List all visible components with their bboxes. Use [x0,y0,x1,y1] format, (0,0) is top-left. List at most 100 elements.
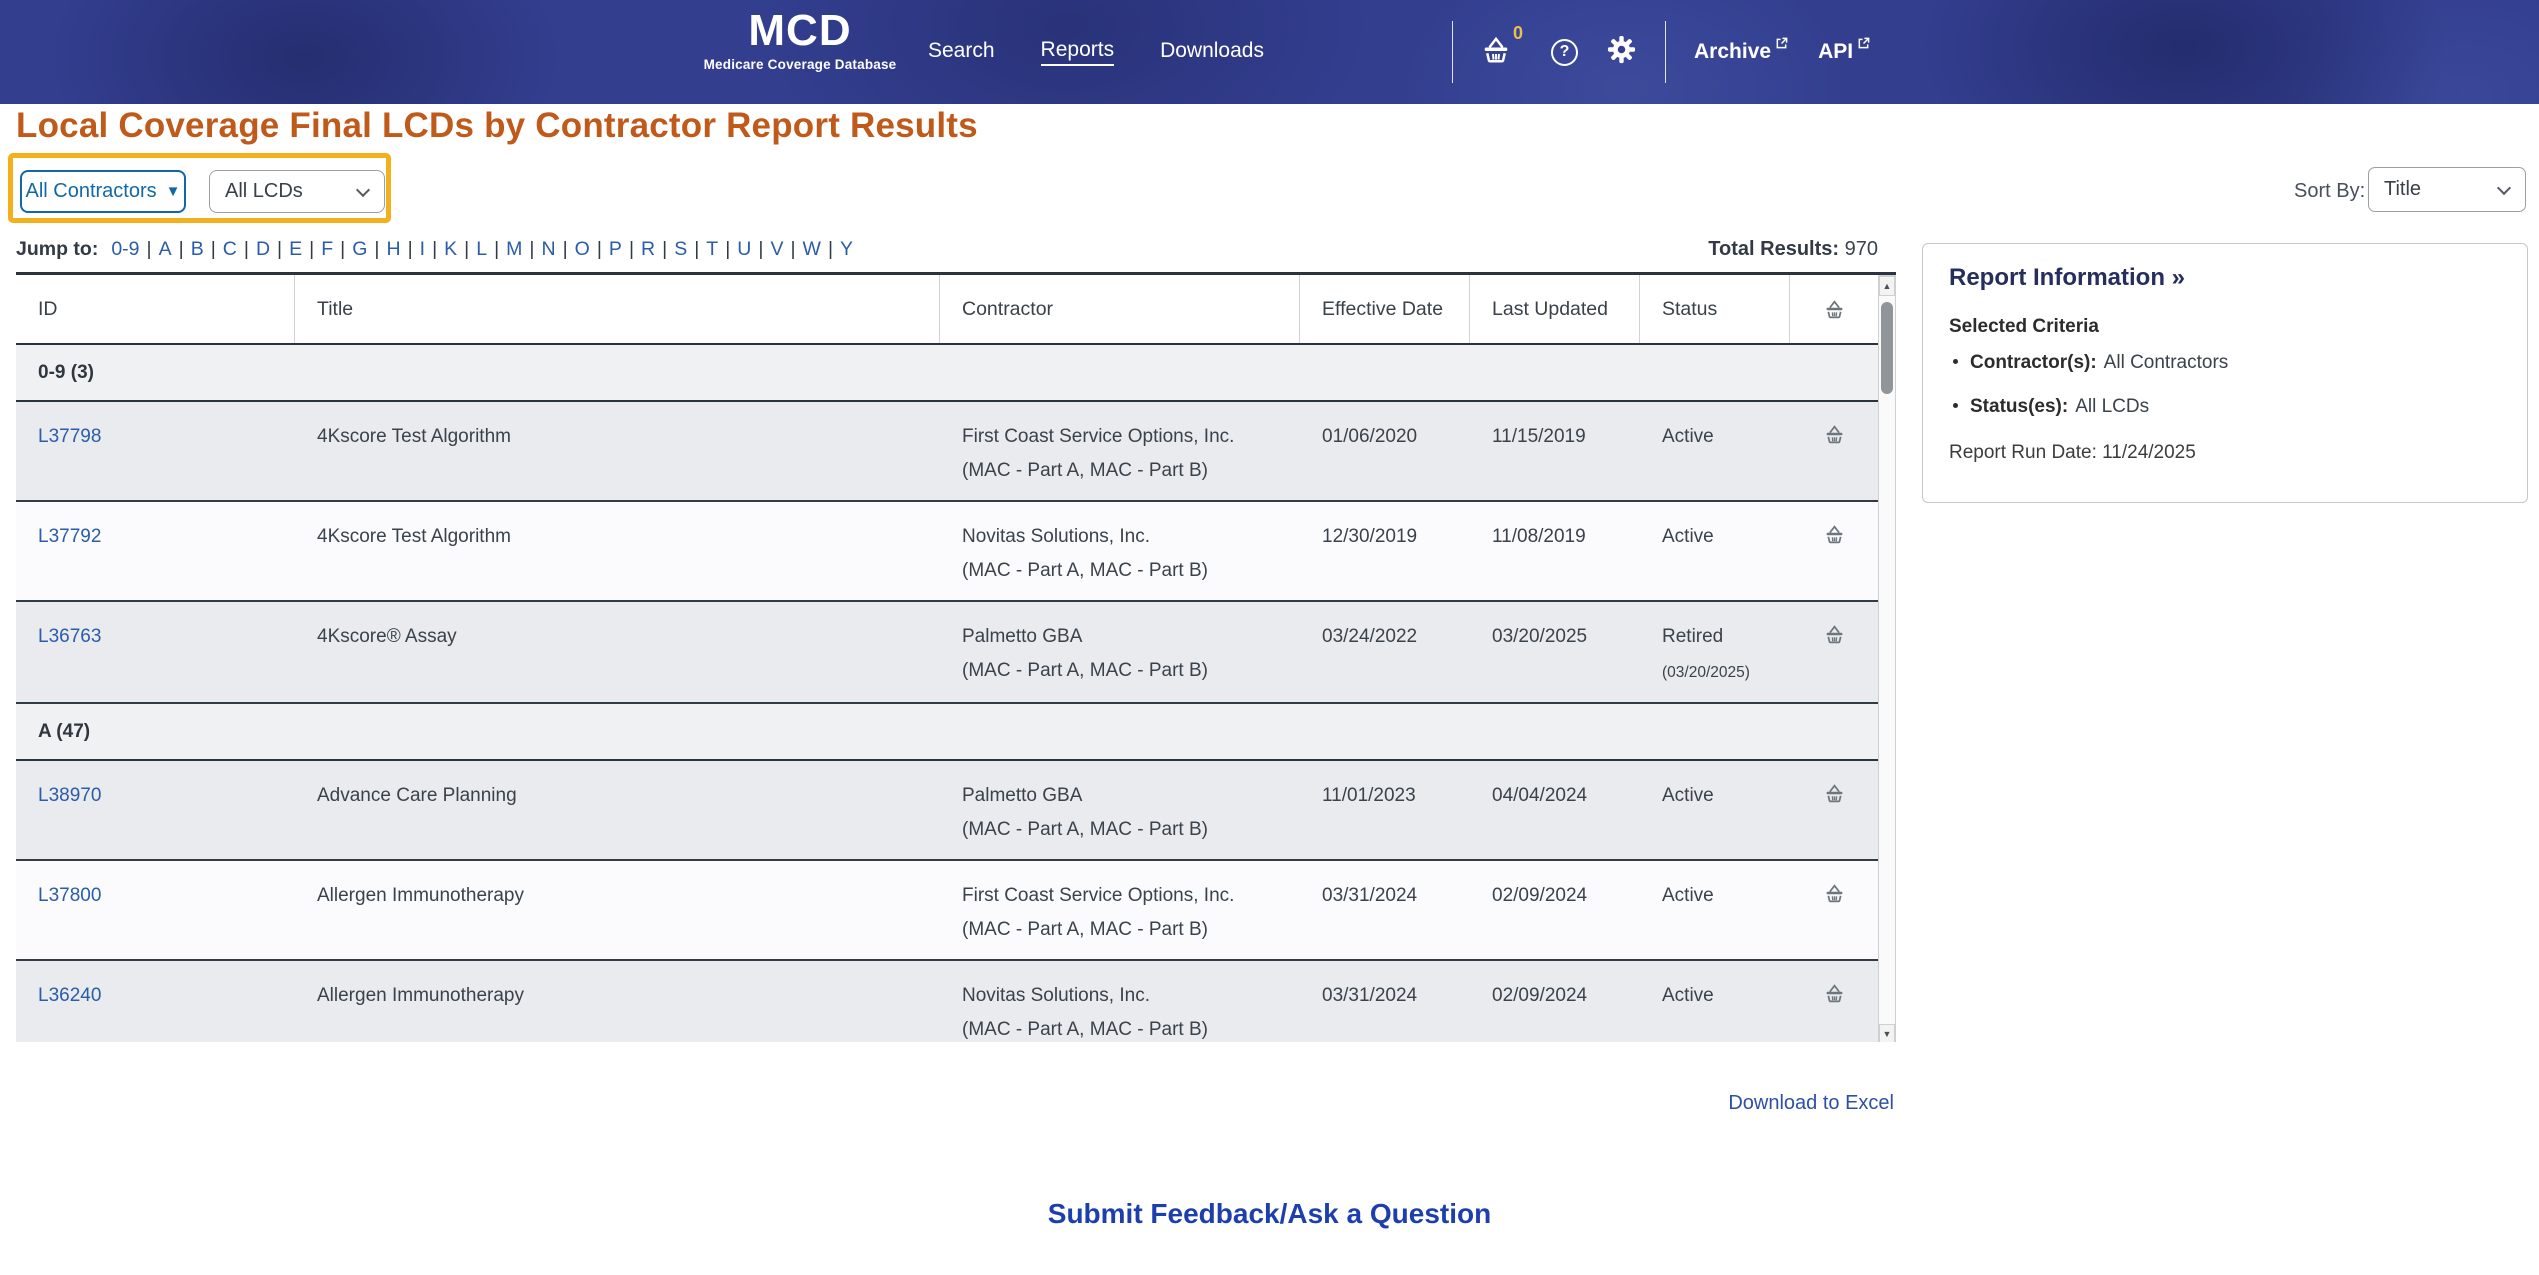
row-status: Active [1662,885,1714,906]
sort-by-select[interactable]: Title [2368,167,2526,212]
add-to-basket-icon[interactable] [1790,502,1878,600]
main-nav: Search Reports Downloads [928,0,1264,104]
scroll-down-button[interactable]: ▼ [1879,1024,1895,1042]
lcd-id-link[interactable]: L37800 [38,885,101,906]
lcd-id-link[interactable]: L37792 [38,526,101,547]
lcd-id-link[interactable]: L37798 [38,426,101,447]
row-status: Retired (03/20/2025) [1640,602,1790,702]
header-link-label: Archive [1694,40,1772,63]
caret-down-icon: ▼ [165,183,181,200]
nav-item-reports[interactable]: Reports [1040,38,1115,66]
table-row: L36240 Allergen Immunotherapy Novitas Solu… [16,961,1878,1042]
selected-criteria-heading: Selected Criteria [1949,316,2099,337]
row-status-note: (03/20/2025) [1662,664,1750,681]
contractor-dropdown[interactable]: All Contractors ▼ [20,170,186,213]
row-last-updated: 11/15/2019 [1492,426,1586,447]
header-divider [1452,21,1453,83]
mcd-logo-title: MCD [748,6,852,55]
gear-icon[interactable] [1606,34,1637,70]
row-contractor-type: (MAC - Part A, MAC - Part B) [962,919,1208,940]
results-table: ID Title Contractor Effective Date Last Upda… [16,272,1896,1042]
table-row: L36763 4Kscore® Assay Palmetto GBA (MAC - P… [16,602,1878,704]
row-status: Active [1662,985,1714,1006]
add-to-basket-icon[interactable] [1790,761,1878,859]
total-results-value: 970 [1844,238,1878,260]
header-link-api[interactable]: API [1818,37,1870,64]
bullet-dot [1953,403,1958,408]
header-link-label: API [1818,40,1854,63]
row-title: 4Kscore Test Algorithm [317,526,511,547]
report-information-title[interactable]: Report Information » [1949,264,2501,292]
help-icon[interactable]: ? [1551,38,1579,66]
criteria-item: Contractor(s): All Contractors [1949,352,2501,374]
row-effective-date: 12/30/2019 [1322,526,1418,547]
criteria-label: Contractor(s): [1970,352,2097,373]
basket-count-badge: 0 [1513,22,1524,43]
row-status: Active [1662,426,1714,447]
total-results-label: Total Results: [1708,238,1840,260]
row-title: Allergen Immunotherapy [317,885,524,906]
add-to-basket-icon[interactable] [1790,861,1878,959]
row-title: Advance Care Planning [317,785,517,806]
column-header-contractor: Contractor [940,275,1300,343]
row-contractor-type: (MAC - Part A, MAC - Part B) [962,560,1208,581]
basket-button[interactable]: 0 [1481,23,1523,70]
header-link-archive[interactable]: Archive [1694,37,1788,64]
table-row: L37798 4Kscore Test Algorithm First Coast … [16,402,1878,502]
add-to-basket-icon[interactable] [1790,961,1878,1042]
lcd-status-select[interactable]: All LCDs [209,170,385,213]
page: MCD Medicare Coverage Database Search Rep… [0,0,2539,1275]
mcd-logo[interactable]: MCD Medicare Coverage Database [700,6,900,72]
download-to-excel-link[interactable]: Download to Excel [16,1092,1894,1115]
row-effective-date: 11/01/2023 [1322,785,1416,806]
header-external-links: Archive API [1694,37,1870,64]
column-header-effective-date: Effective Date [1300,275,1470,343]
column-header-last-updated: Last Updated [1470,275,1640,343]
sort-by-value: Title [2384,178,2422,200]
site-header: MCD Medicare Coverage Database Search Rep… [0,0,2539,104]
scroll-up-button[interactable]: ▲ [1879,276,1895,296]
scrollbar-thumb[interactable] [1881,302,1893,394]
nav-item-search[interactable]: Search [928,39,995,65]
row-title: Allergen Immunotherapy [317,985,524,1006]
add-to-basket-icon[interactable] [1790,602,1878,702]
chevron-down-icon [355,182,371,197]
criteria-value: All Contractors [2103,352,2229,373]
lcd-id-link[interactable]: L36763 [38,626,101,647]
criteria-value: All LCDs [2075,396,2150,417]
row-status: Active [1662,526,1714,547]
row-effective-date: 03/31/2024 [1322,985,1418,1006]
basket-icon [1481,35,1511,70]
row-last-updated: 02/09/2024 [1492,985,1588,1006]
table-header-row: ID Title Contractor Effective Date Last Upda… [16,275,1878,345]
nav-item-downloads[interactable]: Downloads [1160,39,1264,65]
table-row: L38970 Advance Care Planning Palmetto GBA(… [16,761,1878,861]
submit-feedback-link[interactable]: Submit Feedback/Ask a Question [0,1198,2539,1230]
group-header-row: 0-9 (3) [16,345,1878,402]
table-scrollbar[interactable]: ▲ ▼ [1878,275,1896,1042]
chevron-down-icon [2496,180,2512,195]
group-header-row: A (47) [16,704,1878,761]
row-contractor-type: (MAC - Part A, MAC - Part B) [962,819,1208,840]
lcd-status-select-value: All LCDs [225,180,303,202]
row-title: 4Kscore Test Algorithm [317,426,511,447]
row-status: Active [1662,785,1714,806]
lcd-id-link[interactable]: L36240 [38,985,101,1006]
row-effective-date: 01/06/2020 [1322,426,1418,447]
add-to-basket-icon[interactable] [1790,402,1878,500]
bullet-dot [1953,359,1958,364]
row-contractor: First Coast Service Options, Inc. (MAC - … [940,861,1300,959]
table-row: L37792 4Kscore Test Algorithm Novitas Solu… [16,502,1878,602]
row-last-updated: 04/04/2024 [1492,785,1588,806]
lcd-id-link[interactable]: L38970 [38,785,101,806]
criteria-item: Status(es): All LCDs [1949,396,2501,418]
row-contractor-type: (MAC - Part A, MAC - Part B) [962,460,1208,481]
row-contractor: Novitas Solutions, Inc. (MAC - Part A, MA… [940,961,1300,1042]
total-results: Total Results: 970 [16,238,1878,261]
row-last-updated: 02/09/2024 [1492,885,1588,906]
column-header-basket-icon [1790,275,1878,343]
row-contractor: Novitas Solutions, Inc. (MAC - Part A, MA… [940,502,1300,600]
row-effective-date: 03/24/2022 [1322,626,1418,647]
row-contractor: Palmetto GBA (MAC - Part A, MAC - Part B) [940,602,1300,702]
criteria-label: Status(es): [1970,396,2069,417]
